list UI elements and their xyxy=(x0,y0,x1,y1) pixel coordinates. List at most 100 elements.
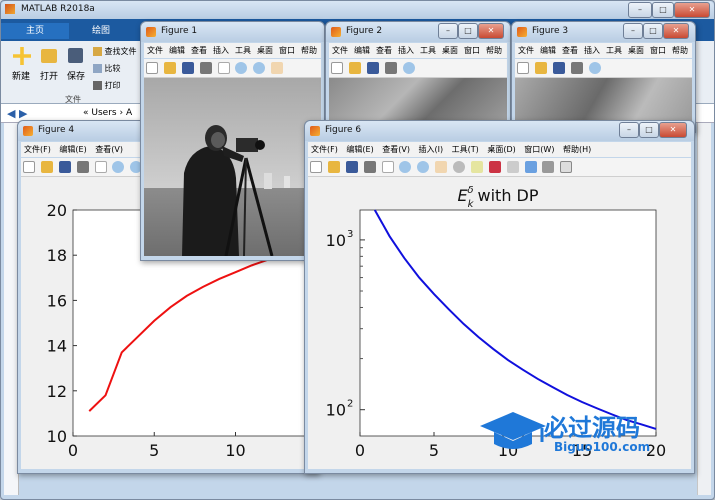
menu-help[interactable]: 帮助 xyxy=(298,43,320,58)
zoom-in-icon[interactable] xyxy=(235,62,248,74)
legend-icon[interactable] xyxy=(542,161,555,173)
menu-file[interactable]: 文件(F) xyxy=(21,142,54,157)
save-figure-icon[interactable] xyxy=(552,62,565,74)
close-button[interactable]: ✕ xyxy=(478,23,504,39)
zoom-in-icon[interactable] xyxy=(399,161,412,173)
menu-edit[interactable]: 编辑 xyxy=(166,43,188,58)
minimize-button[interactable]: – xyxy=(628,2,652,18)
save-icon[interactable] xyxy=(68,48,83,63)
menu-desktop[interactable]: 桌面(D) xyxy=(484,142,518,157)
menu-help[interactable]: 帮助 xyxy=(669,43,691,58)
pointer-icon[interactable] xyxy=(94,161,107,173)
link-icon[interactable] xyxy=(506,161,519,173)
grid-toggle-icon[interactable] xyxy=(560,161,573,173)
compare-button[interactable]: 比较 xyxy=(93,63,121,74)
find-files-button[interactable]: 查找文件 xyxy=(93,46,137,57)
path-user[interactable]: A xyxy=(126,108,132,118)
pan-icon[interactable] xyxy=(271,62,284,74)
pan-icon[interactable] xyxy=(435,161,448,173)
menu-view[interactable]: 查看 xyxy=(559,43,581,58)
new-figure-icon[interactable] xyxy=(146,62,158,74)
minimize-button[interactable]: – xyxy=(623,23,643,39)
menu-help[interactable]: 帮助 xyxy=(483,43,505,58)
zoom-in-icon[interactable] xyxy=(112,161,125,173)
menu-view[interactable]: 查看 xyxy=(188,43,210,58)
menu-insert[interactable]: 插入 xyxy=(581,43,603,58)
save-button-label[interactable]: 保存 xyxy=(67,69,85,82)
figure1-titlebar[interactable]: Figure 1 xyxy=(141,22,324,42)
open-file-icon[interactable] xyxy=(163,62,176,74)
menu-help[interactable]: 帮助(H) xyxy=(560,142,594,157)
minimize-button[interactable]: – xyxy=(619,122,639,138)
data-cursor-icon[interactable] xyxy=(470,161,483,173)
tab-plots[interactable]: 绘图 xyxy=(71,23,131,39)
save-figure-icon[interactable] xyxy=(345,161,358,173)
new-figure-icon[interactable] xyxy=(331,62,343,74)
menu-insert[interactable]: 插入(I) xyxy=(416,142,447,157)
brush-icon[interactable] xyxy=(488,161,501,173)
back-arrow-icon[interactable]: ◀ xyxy=(7,107,15,120)
menu-insert[interactable]: 插入 xyxy=(210,43,232,58)
menu-file[interactable]: 文件(F) xyxy=(308,142,341,157)
print-figure-icon[interactable] xyxy=(570,62,583,74)
menu-tools[interactable]: 工具(T) xyxy=(449,142,482,157)
minimize-button[interactable]: – xyxy=(438,23,458,39)
open-icon[interactable] xyxy=(41,49,57,63)
colorbar-icon[interactable] xyxy=(524,161,537,173)
tab-home[interactable]: 主页 xyxy=(1,23,69,39)
open-file-icon[interactable] xyxy=(348,62,361,74)
print-figure-icon[interactable] xyxy=(363,161,376,173)
menu-window[interactable]: 窗口 xyxy=(647,43,669,58)
menu-window[interactable]: 窗口(W) xyxy=(521,142,557,157)
new-figure-icon[interactable] xyxy=(517,62,529,74)
print-button[interactable]: 打印 xyxy=(93,80,121,91)
menu-desktop[interactable]: 桌面 xyxy=(254,43,276,58)
print-figure-icon[interactable] xyxy=(384,62,397,74)
new-button-label[interactable]: 新建 xyxy=(12,69,30,82)
menu-file[interactable]: 文件 xyxy=(144,43,166,58)
menu-edit[interactable]: 编辑 xyxy=(351,43,373,58)
zoom-out-icon[interactable] xyxy=(253,62,266,74)
save-figure-icon[interactable] xyxy=(366,62,379,74)
menu-tools[interactable]: 工具 xyxy=(603,43,625,58)
close-button[interactable]: ✕ xyxy=(659,122,687,138)
open-button-label[interactable]: 打开 xyxy=(40,69,58,82)
path-users[interactable]: Users xyxy=(91,108,116,118)
new-figure-icon[interactable] xyxy=(23,161,35,173)
maximize-button[interactable]: □ xyxy=(652,2,674,18)
new-figure-icon[interactable] xyxy=(310,161,322,173)
maximize-button[interactable]: □ xyxy=(639,122,659,138)
print-figure-icon[interactable] xyxy=(199,62,212,74)
zoom-out-icon[interactable] xyxy=(417,161,430,173)
pointer-icon[interactable] xyxy=(381,161,394,173)
menu-view[interactable]: 查看(V) xyxy=(379,142,413,157)
maximize-button[interactable]: □ xyxy=(458,23,478,39)
close-button[interactable]: ✕ xyxy=(663,23,689,39)
print-figure-icon[interactable] xyxy=(76,161,89,173)
menu-edit[interactable]: 编辑 xyxy=(537,43,559,58)
open-file-icon[interactable] xyxy=(327,161,340,173)
menu-window[interactable]: 窗口 xyxy=(461,43,483,58)
menu-view[interactable]: 查看 xyxy=(373,43,395,58)
figure2-titlebar[interactable]: Figure 2 – □ ✕ xyxy=(326,22,510,42)
menu-window[interactable]: 窗口 xyxy=(276,43,298,58)
pointer-icon[interactable] xyxy=(217,62,230,74)
maximize-button[interactable]: □ xyxy=(643,23,663,39)
zoom-in-icon[interactable] xyxy=(402,62,415,74)
figure3-titlebar[interactable]: Figure 3 – □ ✕ xyxy=(512,22,695,42)
menu-insert[interactable]: 插入 xyxy=(395,43,417,58)
save-figure-icon[interactable] xyxy=(181,62,194,74)
forward-arrow-icon[interactable]: ▶ xyxy=(19,107,27,120)
menu-edit[interactable]: 编辑(E) xyxy=(343,142,376,157)
menu-desktop[interactable]: 桌面 xyxy=(625,43,647,58)
menu-tools[interactable]: 工具 xyxy=(417,43,439,58)
menu-file[interactable]: 文件 xyxy=(515,43,537,58)
menu-tools[interactable]: 工具 xyxy=(232,43,254,58)
menu-edit[interactable]: 编辑(E) xyxy=(56,142,89,157)
open-file-icon[interactable] xyxy=(40,161,53,173)
zoom-in-icon[interactable] xyxy=(588,62,601,74)
menu-view[interactable]: 查看(V) xyxy=(92,142,126,157)
menu-desktop[interactable]: 桌面 xyxy=(439,43,461,58)
rotate-icon[interactable] xyxy=(453,161,465,173)
path-breadcrumb[interactable]: « Users › A xyxy=(83,108,132,118)
